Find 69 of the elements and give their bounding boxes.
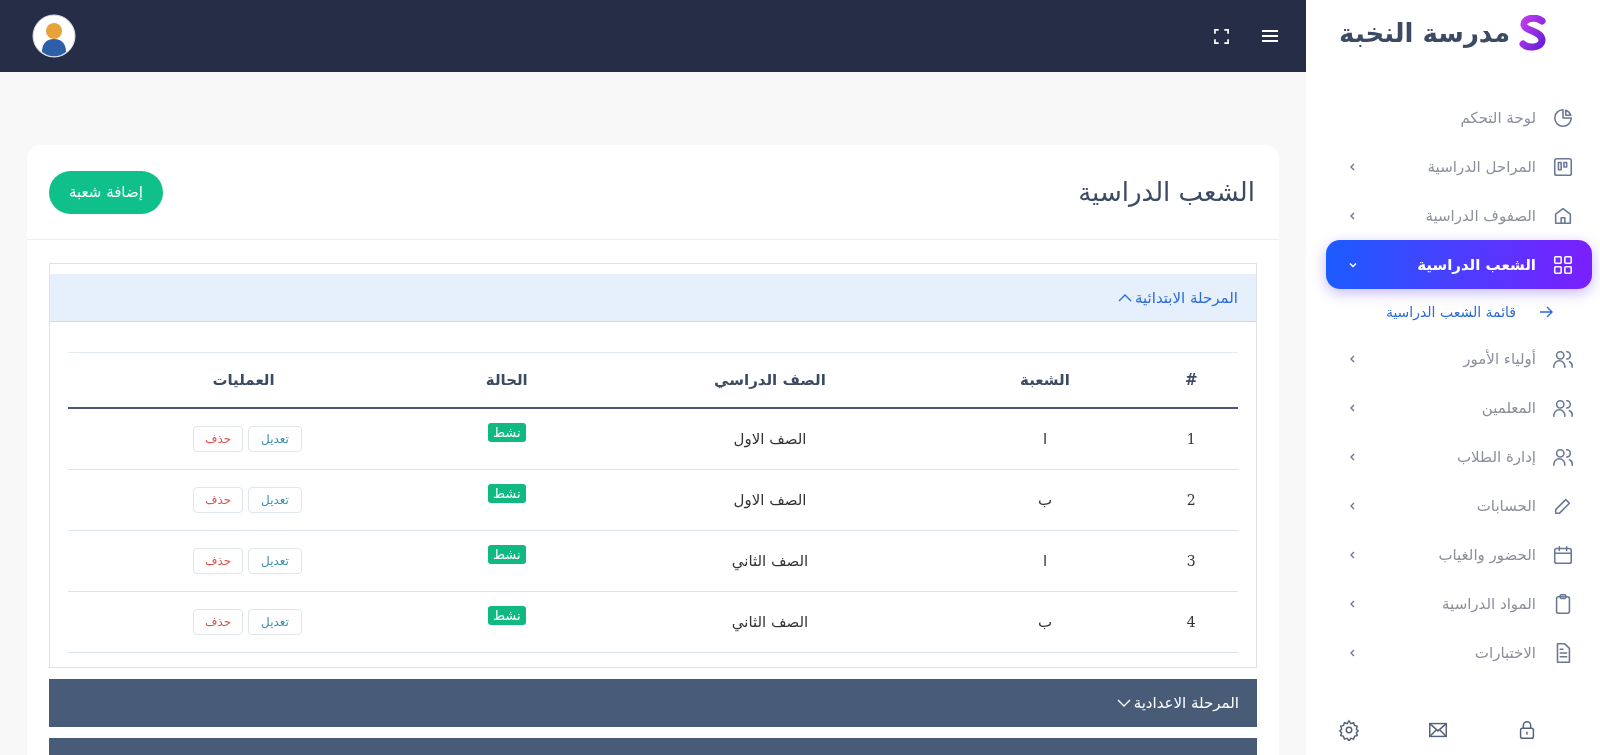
table-cell: ب (1037, 613, 1052, 631)
table-cell: الصف الثاني (731, 613, 809, 631)
fullscreen-icon[interactable] (1214, 28, 1229, 44)
column-header: # (1144, 352, 1238, 408)
edit-button[interactable]: تعديل (248, 487, 302, 513)
brand-name: مدرسة النخبة (1339, 18, 1510, 48)
table-cell: الصف الاول (733, 491, 807, 509)
edit-button[interactable]: تعديل (248, 548, 302, 574)
menu-label: الشعب الدراسية (1417, 255, 1536, 274)
section-header[interactable]: المرحلة الابتدائية (50, 274, 1256, 322)
menu-icon[interactable] (1262, 30, 1278, 42)
menu-label: المواد الدراسية (1442, 594, 1536, 613)
menu-label: الحسابات (1476, 496, 1536, 515)
submenu-item[interactable]: قائمة الشعب الدراسية (1306, 289, 1600, 334)
avatar[interactable] (32, 14, 76, 58)
column-header: الحالة (419, 352, 595, 408)
page-title: الشعب الدراسية (1078, 177, 1255, 207)
menu-item[interactable]: أولياء الأمور (1326, 334, 1592, 383)
delete-button[interactable]: حذف (193, 487, 243, 513)
table-cell: ب (1037, 491, 1052, 509)
table-cell: 4 (1186, 614, 1196, 630)
menu-label: المعلمين (1481, 398, 1536, 417)
column-header: الشعبة (945, 352, 1145, 408)
delete-button[interactable]: حذف (193, 548, 243, 574)
edit-button[interactable]: تعديل (248, 426, 302, 452)
menu-item[interactable]: الحضور والغياب (1326, 530, 1592, 579)
menu-item[interactable]: الصفوف الدراسية (1326, 191, 1592, 240)
menu-item[interactable]: المعلمين (1326, 383, 1592, 432)
settings-icon[interactable] (1338, 719, 1360, 741)
table-cell: 1 (1186, 431, 1196, 447)
column-header: الصف الدراسي (594, 352, 946, 408)
add-button[interactable]: إضافة شعبة (49, 170, 163, 214)
section-header[interactable]: المرحلة الاعدادية (49, 679, 1257, 727)
table-cell: الصف الثاني (731, 552, 809, 570)
menu-item[interactable]: الشعب الدراسية (1326, 240, 1592, 289)
status-badge: نشط (488, 606, 526, 625)
menu-icon (1552, 543, 1574, 566)
menu-label: لوحة التحكم (1460, 108, 1536, 127)
status-badge: نشط (488, 484, 526, 503)
menu-icon (1552, 253, 1574, 276)
menu-item[interactable]: لوحة التحكم (1326, 93, 1592, 142)
menu-label: الحضور والغياب (1438, 545, 1536, 564)
menu-label: الاختبارات (1474, 643, 1536, 662)
column-header: العمليات (68, 352, 419, 408)
menu-item[interactable]: المراحل الدراسية (1326, 142, 1592, 191)
menu-label: الصفوف الدراسية (1425, 206, 1536, 225)
menu-icon (1552, 106, 1574, 129)
table-cell: الصف الاول (733, 430, 807, 448)
menu-item[interactable]: الحسابات (1326, 481, 1592, 530)
table-cell: 2 (1186, 492, 1196, 508)
status-badge: نشط (488, 423, 526, 442)
delete-button[interactable]: حذف (193, 426, 243, 452)
table-cell: 3 (1186, 553, 1196, 569)
status-badge: نشط (488, 545, 526, 564)
chevron-icon (1116, 699, 1131, 707)
menu-label: المراحل الدراسية (1427, 157, 1536, 176)
menu-item[interactable]: إدارة الطلاب (1326, 432, 1592, 481)
arrow-icon (1538, 305, 1554, 318)
menu-label: إدارة الطلاب (1457, 447, 1536, 466)
menu-item[interactable]: الاختبارات (1326, 628, 1592, 677)
edit-button[interactable]: تعديل (248, 609, 302, 635)
table-cell: ا (1042, 430, 1048, 448)
menu-icon (1552, 155, 1574, 178)
table-cell: ا (1042, 552, 1048, 570)
logo-icon (1518, 15, 1548, 51)
menu-item[interactable]: المواد الدراسية (1326, 579, 1592, 628)
chevron-icon (1118, 293, 1133, 302)
delete-button[interactable]: حذف (193, 609, 243, 635)
menu-label: أولياء الأمور (1463, 349, 1536, 368)
